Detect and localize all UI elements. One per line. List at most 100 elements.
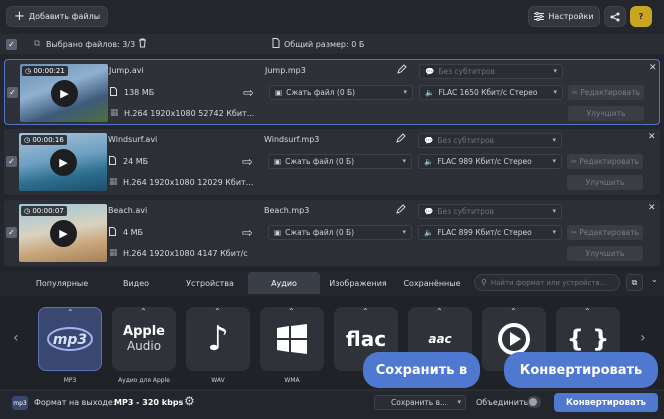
- video-thumbnail[interactable]: ◷ 00:00:07 ▶: [19, 204, 107, 262]
- output-format-value: MP3 - 320 kbps: [114, 398, 184, 407]
- enhance-button[interactable]: Улучшить: [567, 175, 643, 190]
- duration-badge: ◷ 00:00:07: [21, 206, 67, 216]
- flac-icon: flac: [345, 327, 387, 351]
- output-format-icon: mp3: [12, 396, 28, 410]
- svg-text:mp3: mp3: [53, 332, 87, 348]
- share-icon: [610, 12, 620, 22]
- compress-label: Сжать файл (0 Б): [286, 88, 356, 97]
- format-label-wma: WMA: [284, 377, 300, 384]
- merge-toggle[interactable]: [527, 396, 541, 408]
- rename-pencil-icon[interactable]: [397, 64, 407, 74]
- plus-icon: +: [13, 9, 25, 24]
- convert-arrow-icon: ⇨: [242, 226, 253, 241]
- file-row[interactable]: ✓ ◷ 00:00:07 ▶ Beach.avi 4 МБ ▦ H.264 19…: [4, 200, 660, 266]
- subtitles-label: Без субтитров: [438, 67, 496, 76]
- file-checkbox[interactable]: ✓: [7, 87, 18, 98]
- remove-file-close-icon[interactable]: ✕: [648, 203, 656, 213]
- subtitles-dropdown[interactable]: 💬 Без субтитров ▾: [418, 204, 562, 219]
- compress-label: Сжать файл (0 Б): [285, 228, 355, 237]
- file-row[interactable]: ✓ ◷ 00:00:16 ▶ Windsurf.avi 24 МБ ▦ H.26…: [4, 129, 660, 195]
- compress-dropdown[interactable]: ▣ Сжать файл (0 Б) ▾: [268, 154, 412, 169]
- scroll-right-chevron-icon[interactable]: ›: [640, 330, 646, 346]
- music-note-icon: ♪: [207, 319, 229, 359]
- enhance-button[interactable]: Улучшить: [567, 246, 643, 261]
- speaker-icon: 🔈: [424, 228, 434, 237]
- remove-file-close-icon[interactable]: ✕: [649, 63, 657, 73]
- remove-file-close-icon[interactable]: ✕: [648, 132, 656, 142]
- video-thumbnail[interactable]: ◷ 00:00:16 ▶: [19, 133, 107, 191]
- tab-images[interactable]: Изображения: [322, 272, 394, 294]
- tab-popular[interactable]: Популярные: [26, 272, 98, 294]
- chevron-down-icon: ▾: [552, 228, 556, 236]
- file-name: Beach.avi: [108, 206, 148, 215]
- tab-label: Изображения: [329, 278, 387, 288]
- format-tile-mp3[interactable]: ⌃ mp3: [38, 307, 102, 371]
- preset-icon: ⧉: [631, 277, 638, 287]
- play-button[interactable]: ▶: [51, 80, 78, 107]
- file-row[interactable]: ✓ ◷ 00:00:21 ▶ Jump.avi 138 МБ ▦ H.264 1…: [4, 59, 660, 125]
- save-to-dropdown[interactable]: Сохранить в... ▾: [374, 395, 466, 410]
- format-tile-wma[interactable]: ⌃: [260, 307, 324, 371]
- file-checkbox[interactable]: ✓: [6, 227, 17, 238]
- tab-devices[interactable]: Устройства: [174, 272, 246, 294]
- file-meta: H.264 1920x1080 4147 Кбит/с: [123, 249, 248, 258]
- output-format-label: Формат на выходе:: [34, 398, 116, 407]
- enhance-label: Улучшить: [585, 178, 625, 187]
- file-checkbox[interactable]: ✓: [6, 156, 17, 167]
- custom-format-button[interactable]: ⧉: [626, 274, 643, 291]
- select-all-checkbox[interactable]: ✓: [6, 39, 17, 50]
- play-button[interactable]: ▶: [50, 149, 77, 176]
- scissors-icon: ✂: [570, 228, 578, 237]
- audio-track-dropdown[interactable]: 🔈 FLAC 1650 Кбит/с Стерео ▾: [419, 85, 563, 100]
- enhance-button[interactable]: Улучшить: [568, 106, 644, 121]
- subtitles-dropdown[interactable]: 💬 Без субтитров ▾: [419, 64, 563, 79]
- braces-icon: { }: [566, 325, 610, 353]
- tab-label: Устройства: [186, 278, 234, 288]
- add-files-button[interactable]: + Добавить файлы: [6, 6, 108, 27]
- video-codec-icon: ▦: [109, 248, 118, 258]
- share-button[interactable]: [604, 6, 626, 27]
- settings-button[interactable]: Настройки: [528, 6, 600, 27]
- format-tile-wav[interactable]: ⌃ ♪: [186, 307, 250, 371]
- search-icon: ⚲: [481, 278, 487, 287]
- tab-label: Сохранённые: [403, 278, 461, 288]
- save-to-label: Сохранить в...: [391, 398, 448, 407]
- chevron-down-icon: ▾: [553, 88, 557, 96]
- file-meta: H.264 1920x1080 52742 Кбит...: [124, 109, 255, 118]
- format-search-input[interactable]: ⚲ Найти формат или устройств...: [474, 274, 620, 291]
- edit-button[interactable]: ✂ Редактировать: [568, 85, 644, 100]
- audio-track-dropdown[interactable]: 🔈 FLAC 989 Кбит/с Стерео ▾: [418, 154, 562, 169]
- trash-icon[interactable]: [138, 38, 147, 48]
- audio-track-label: FLAC 899 Кбит/с Стерео: [437, 228, 532, 237]
- subtitles-dropdown[interactable]: 💬 Без субтитров ▾: [418, 133, 562, 148]
- play-button[interactable]: ▶: [50, 220, 77, 247]
- tab-audio[interactable]: Аудио: [248, 272, 320, 294]
- tab-label: Видео: [122, 278, 150, 288]
- tab-saved[interactable]: Сохранённые: [396, 272, 468, 294]
- video-thumbnail[interactable]: ◷ 00:00:21 ▶: [20, 64, 108, 122]
- scroll-left-chevron-icon[interactable]: ‹: [13, 330, 19, 346]
- edit-button[interactable]: ✂ Редактировать: [567, 225, 643, 240]
- edit-label: Редактировать: [580, 88, 641, 97]
- tab-video[interactable]: Видео: [100, 272, 172, 294]
- format-label-wav: WAV: [211, 377, 225, 384]
- chevron-down-icon: ▾: [402, 157, 406, 165]
- collapse-panel-chevron-icon[interactable]: ⌄: [651, 275, 658, 284]
- file-size-icon: [109, 227, 116, 236]
- compress-dropdown[interactable]: ▣ Сжать файл (0 Б) ▾: [268, 225, 412, 240]
- settings-label: Настройки: [548, 12, 594, 21]
- rename-pencil-icon[interactable]: [396, 204, 406, 214]
- files-icon: ⧉: [34, 39, 41, 49]
- convert-button[interactable]: Конвертировать: [554, 393, 658, 412]
- audio-track-dropdown[interactable]: 🔈 FLAC 899 Кбит/с Стерео ▾: [418, 225, 562, 240]
- help-button[interactable]: ?: [630, 6, 652, 27]
- format-settings-gear-icon[interactable]: ⚙: [184, 394, 195, 408]
- compress-dropdown[interactable]: ▣ Сжать файл (0 Б) ▾: [269, 85, 413, 100]
- format-label-mp3: MP3: [63, 377, 77, 384]
- edit-button[interactable]: ✂ Редактировать: [567, 154, 643, 169]
- rename-pencil-icon[interactable]: [396, 133, 406, 143]
- format-tile-apple-audio[interactable]: ⌃ Apple Audio: [112, 307, 176, 371]
- apple-audio-icon: Apple Audio: [123, 324, 165, 354]
- chevron-down-icon: ▾: [552, 207, 556, 215]
- file-size-icon: [109, 156, 116, 165]
